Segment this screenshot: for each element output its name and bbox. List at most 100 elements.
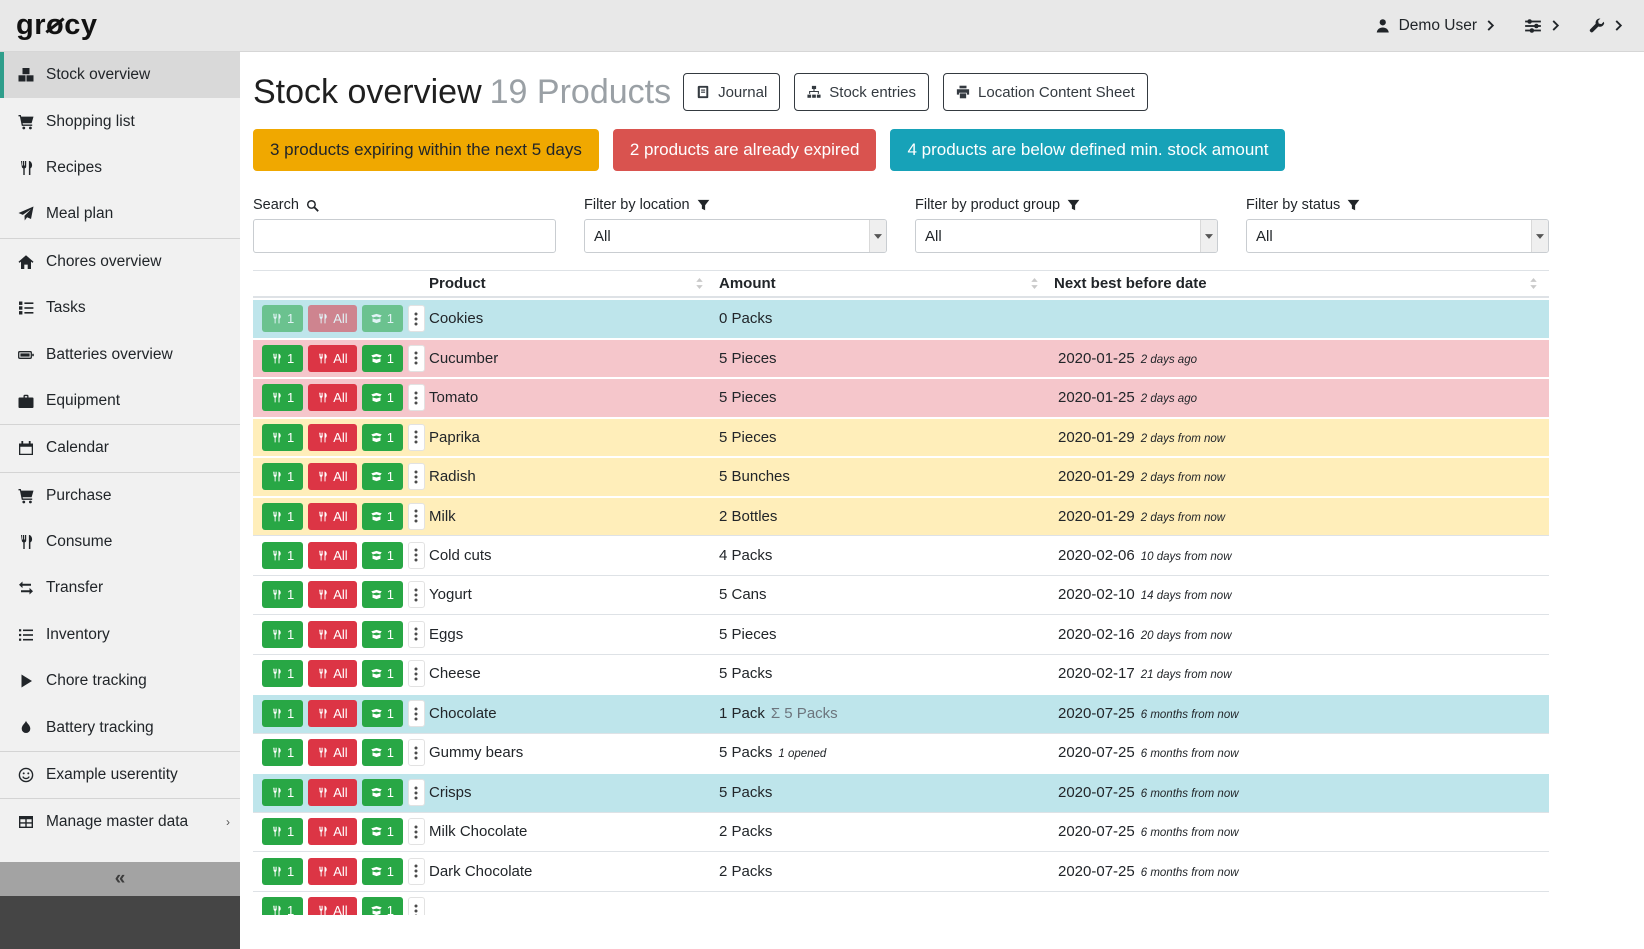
row-menu-button[interactable] [408,542,425,569]
consume-all-button[interactable]: All [308,384,356,411]
open-one-button[interactable]: 1 [362,897,403,915]
consume-one-button[interactable]: 1 [262,660,303,687]
column-next-best-before-date[interactable]: Next best before date [1050,271,1549,296]
admin-menu[interactable] [1589,18,1624,34]
sidebar-item-batteries-overview[interactable]: Batteries overview [0,331,240,377]
consume-all-button[interactable]: All [308,818,356,845]
sidebar-item-example-userentity[interactable]: Example userentity [0,752,240,798]
open-one-button[interactable]: 1 [362,700,403,727]
sidebar-collapse-button[interactable]: « [0,862,240,896]
row-menu-button[interactable] [408,739,425,766]
consume-all-button[interactable]: All [308,660,356,687]
consume-one-button[interactable]: 1 [262,739,303,766]
consume-all-button[interactable]: All [308,581,356,608]
consume-all-button[interactable]: All [308,858,356,885]
column-product[interactable]: Product [425,271,715,296]
status-banner[interactable]: 2 products are already expired [613,129,877,171]
consume-one-button[interactable]: 1 [262,818,303,845]
open-one-button[interactable]: 1 [362,463,403,490]
filter-by-status-select[interactable]: All [1246,219,1549,253]
row-menu-button[interactable] [408,463,425,490]
open-one-button[interactable]: 1 [362,503,403,530]
consume-one-button[interactable]: 1 [262,858,303,885]
sidebar-item-tasks[interactable]: Tasks [0,285,240,331]
sort-icon[interactable] [694,278,705,289]
open-one-button[interactable]: 1 [362,581,403,608]
sidebar-item-chores-overview[interactable]: Chores overview [0,239,240,285]
sidebar-item-meal-plan[interactable]: Meal plan [0,191,240,237]
sidebar-item-purchase[interactable]: Purchase [0,473,240,519]
open-one-button[interactable]: 1 [362,818,403,845]
row-menu-button[interactable] [408,503,425,530]
consume-all-button[interactable]: All [308,739,356,766]
user-menu[interactable]: Demo User [1375,17,1496,35]
row-menu-button[interactable] [408,700,425,727]
filter-by-product-group-select[interactable]: All [915,219,1218,253]
consume-one-button[interactable]: 1 [262,345,303,372]
open-one-button[interactable]: 1 [362,739,403,766]
open-one-button[interactable]: 1 [362,305,403,332]
open-one-button[interactable]: 1 [362,779,403,806]
filter-by-location-select[interactable]: All [584,219,887,253]
row-menu-button[interactable] [408,858,425,885]
consume-all-button[interactable]: All [308,700,356,727]
consume-one-button[interactable]: 1 [262,581,303,608]
open-one-button[interactable]: 1 [362,345,403,372]
status-banner[interactable]: 3 products expiring within the next 5 da… [253,129,599,171]
row-menu-button[interactable] [408,621,425,648]
sidebar-item-equipment[interactable]: Equipment [0,378,240,424]
consume-one-button[interactable]: 1 [262,779,303,806]
sort-icon[interactable] [1029,278,1040,289]
consume-one-button[interactable]: 1 [262,305,303,332]
sidebar-item-transfer[interactable]: Transfer [0,565,240,611]
open-one-button[interactable]: 1 [362,384,403,411]
sidebar-item-stock-overview[interactable]: Stock overview [0,52,240,98]
sidebar-item-recipes[interactable]: Recipes [0,145,240,191]
settings-menu[interactable] [1524,17,1561,35]
consume-one-button[interactable]: 1 [262,897,303,915]
row-menu-button[interactable] [408,581,425,608]
stock-entries-button[interactable]: Stock entries [794,73,929,111]
open-one-button[interactable]: 1 [362,542,403,569]
row-menu-button[interactable] [408,305,425,332]
sidebar-item-inventory[interactable]: Inventory [0,612,240,658]
row-menu-button[interactable] [408,818,425,845]
row-menu-button[interactable] [408,384,425,411]
open-one-button[interactable]: 1 [362,621,403,648]
consume-one-button[interactable]: 1 [262,384,303,411]
row-menu-button[interactable] [408,424,425,451]
consume-one-button[interactable]: 1 [262,463,303,490]
consume-one-button[interactable]: 1 [262,503,303,530]
column-amount[interactable]: Amount [715,271,1050,296]
sidebar-item-chore-tracking[interactable]: Chore tracking [0,658,240,704]
app-logo[interactable]: grocy [16,11,97,40]
consume-all-button[interactable]: All [308,503,356,530]
open-one-button[interactable]: 1 [362,660,403,687]
status-banner[interactable]: 4 products are below defined min. stock … [890,129,1285,171]
row-menu-button[interactable] [408,345,425,372]
row-menu-button[interactable] [408,660,425,687]
search-input[interactable] [253,219,556,253]
sidebar-item-battery-tracking[interactable]: Battery tracking [0,704,240,750]
sidebar-item-manage-master-data[interactable]: Manage master data› [0,799,240,845]
consume-one-button[interactable]: 1 [262,621,303,648]
sidebar-item-consume[interactable]: Consume [0,519,240,565]
sidebar-item-calendar[interactable]: Calendar [0,425,240,471]
open-one-button[interactable]: 1 [362,424,403,451]
sort-icon[interactable] [1528,278,1539,289]
open-one-button[interactable]: 1 [362,858,403,885]
consume-all-button[interactable]: All [308,621,356,648]
row-menu-button[interactable] [408,779,425,806]
row-menu-button[interactable] [408,897,425,915]
consume-all-button[interactable]: All [308,345,356,372]
consume-one-button[interactable]: 1 [262,424,303,451]
consume-all-button[interactable]: All [308,424,356,451]
consume-all-button[interactable]: All [308,542,356,569]
consume-all-button[interactable]: All [308,779,356,806]
consume-all-button[interactable]: All [308,897,356,915]
sidebar-item-shopping-list[interactable]: Shopping list [0,98,240,144]
location-content-sheet-button[interactable]: Location Content Sheet [943,73,1148,111]
consume-one-button[interactable]: 1 [262,700,303,727]
consume-one-button[interactable]: 1 [262,542,303,569]
consume-all-button[interactable]: All [308,463,356,490]
